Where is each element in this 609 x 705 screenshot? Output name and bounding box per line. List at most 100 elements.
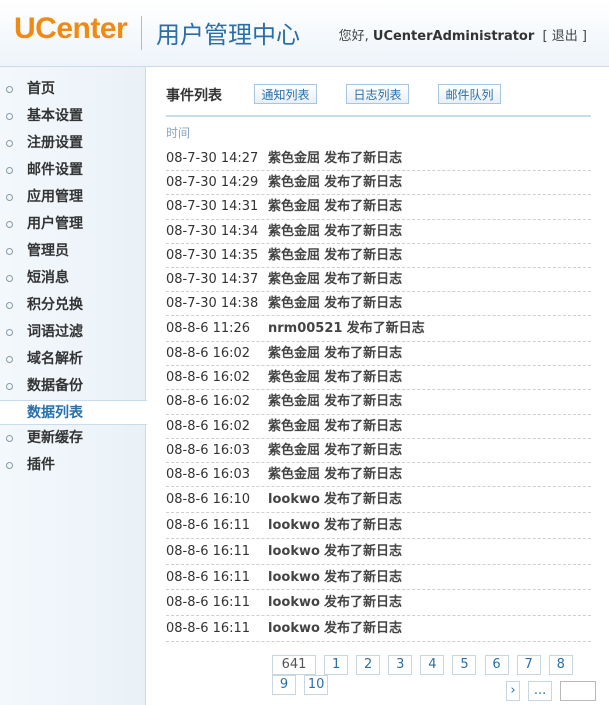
event-author[interactable]: 紫色金屈 bbox=[268, 346, 320, 361]
list-item: 08-8-6 16:02 紫色金屈 发布了新日志 bbox=[166, 366, 591, 391]
event-author[interactable]: lookwo bbox=[268, 518, 320, 533]
event-author[interactable]: 紫色金屈 bbox=[268, 224, 320, 239]
sidebar-item-domain-resolve[interactable]: 域名解析 bbox=[0, 346, 146, 373]
list-item: 08-7-30 14:37 紫色金屈 发布了新日志 bbox=[166, 268, 591, 293]
event-action[interactable]: 发布了新日志 bbox=[324, 419, 402, 434]
event-author[interactable]: lookwo bbox=[268, 621, 320, 636]
event-author[interactable]: 紫色金屈 bbox=[268, 151, 320, 166]
list-item: 08-8-6 16:11 lookwo 发布了新日志 bbox=[166, 565, 591, 591]
list-item: 08-7-30 14:31 紫色金屈 发布了新日志 bbox=[166, 195, 591, 220]
page-ellipsis[interactable]: ... bbox=[528, 681, 553, 701]
event-action[interactable]: 发布了新日志 bbox=[324, 467, 402, 482]
event-author[interactable]: 紫色金屈 bbox=[268, 296, 320, 311]
event-author[interactable]: 紫色金屈 bbox=[268, 467, 320, 482]
event-action[interactable]: 发布了新日志 bbox=[324, 296, 402, 311]
page-link-7[interactable]: 7 bbox=[516, 655, 541, 675]
sidebar-item-label: 用户管理 bbox=[27, 216, 83, 232]
event-time: 08-8-6 16:11 bbox=[166, 569, 251, 585]
page-jump-input[interactable] bbox=[560, 681, 597, 701]
circle-bullet-icon bbox=[6, 275, 13, 282]
circle-bullet-icon bbox=[6, 329, 13, 336]
list-item: 08-8-6 16:03 紫色金屈 发布了新日志 bbox=[166, 439, 591, 464]
event-action[interactable]: 发布了新日志 bbox=[324, 199, 402, 214]
event-author[interactable]: 紫色金屈 bbox=[268, 419, 320, 434]
event-author[interactable]: 紫色金屈 bbox=[268, 175, 320, 190]
circle-bullet-icon bbox=[6, 86, 13, 93]
sidebar-item-credit-exchange[interactable]: 积分兑换 bbox=[0, 292, 146, 319]
total-count: 641 bbox=[272, 655, 316, 675]
page-link-10[interactable]: 10 bbox=[304, 675, 329, 695]
sidebar-item-update-cache[interactable]: 更新缓存 bbox=[0, 425, 146, 452]
page-link-6[interactable]: 6 bbox=[484, 655, 509, 675]
event-action[interactable]: 发布了新日志 bbox=[324, 492, 402, 507]
sidebar-item-plugins[interactable]: 插件 bbox=[0, 452, 146, 479]
event-author[interactable]: lookwo bbox=[268, 544, 320, 559]
event-action[interactable]: 发布了新日志 bbox=[324, 394, 402, 409]
list-item: 08-8-6 16:11 lookwo 发布了新日志 bbox=[166, 590, 591, 617]
sidebar-item-data-list[interactable]: 数据列表 bbox=[0, 400, 147, 425]
list-item: 08-7-30 14:35 紫色金屈 发布了新日志 bbox=[166, 244, 591, 268]
event-action[interactable]: 发布了新日志 bbox=[324, 595, 402, 610]
sidebar-item-label: 数据备份 bbox=[27, 378, 83, 394]
event-author[interactable]: 紫色金屈 bbox=[268, 394, 320, 409]
sidebar-item-app-management[interactable]: 应用管理 bbox=[0, 184, 146, 211]
event-action[interactable]: 发布了新日志 bbox=[324, 621, 402, 636]
page-link-3[interactable]: 3 bbox=[388, 655, 413, 675]
event-action[interactable]: 发布了新日志 bbox=[324, 346, 402, 361]
event-action[interactable]: 发布了新日志 bbox=[324, 151, 402, 166]
event-author[interactable]: lookwo bbox=[268, 570, 320, 585]
circle-bullet-icon bbox=[6, 462, 13, 469]
sidebar-item-word-filter[interactable]: 词语过滤 bbox=[0, 319, 146, 346]
tab-log-list[interactable]: 日志列表 bbox=[346, 84, 409, 104]
event-action[interactable]: 发布了新日志 bbox=[324, 248, 402, 263]
page-link-2[interactable]: 2 bbox=[356, 655, 381, 675]
sidebar-item-label: 应用管理 bbox=[27, 189, 83, 205]
page-link-5[interactable]: 5 bbox=[452, 655, 477, 675]
event-author[interactable]: 紫色金屈 bbox=[268, 370, 320, 385]
page-link-8[interactable]: 8 bbox=[548, 655, 573, 675]
event-action[interactable]: 发布了新日志 bbox=[347, 321, 425, 336]
sidebar-item-register-settings[interactable]: 注册设置 bbox=[0, 130, 146, 157]
event-action[interactable]: 发布了新日志 bbox=[324, 443, 402, 458]
event-action[interactable]: 发布了新日志 bbox=[324, 272, 402, 287]
sidebar-item-home[interactable]: 首页 bbox=[0, 76, 146, 103]
circle-bullet-icon bbox=[6, 248, 13, 255]
event-time: 08-8-6 16:02 bbox=[166, 346, 251, 362]
list-item: 08-8-6 16:11 lookwo 发布了新日志 bbox=[166, 539, 591, 565]
sidebar-item-messages[interactable]: 短消息 bbox=[0, 265, 146, 292]
event-author[interactable]: lookwo bbox=[268, 492, 320, 507]
event-time: 08-8-6 16:03 bbox=[166, 467, 251, 483]
sidebar-item-admins[interactable]: 管理员 bbox=[0, 238, 146, 265]
event-action[interactable]: 发布了新日志 bbox=[324, 224, 402, 239]
sidebar-item-data-backup[interactable]: 数据备份 bbox=[0, 373, 146, 400]
event-author[interactable]: 紫色金屈 bbox=[268, 199, 320, 214]
tab-mail-queue[interactable]: 邮件队列 bbox=[438, 84, 501, 104]
pagination: 641 1 2 3 4 5 6 7 8 9 10 › ... bbox=[272, 655, 597, 701]
event-action[interactable]: 发布了新日志 bbox=[324, 370, 402, 385]
event-action[interactable]: 发布了新日志 bbox=[324, 175, 402, 190]
ucenter-logo[interactable]: UCenter bbox=[14, 12, 128, 46]
sidebar-item-mail-settings[interactable]: 邮件设置 bbox=[0, 157, 146, 184]
event-author[interactable]: nrm00521 bbox=[268, 321, 342, 336]
logout-link[interactable]: 退出 bbox=[552, 29, 578, 44]
top-header: UCenter 用户管理中心 您好, UCenterAdministrator … bbox=[0, 0, 609, 67]
event-action[interactable]: 发布了新日志 bbox=[324, 518, 402, 533]
sidebar-item-label: 积分兑换 bbox=[27, 297, 83, 313]
event-action[interactable]: 发布了新日志 bbox=[324, 544, 402, 559]
page-link-4[interactable]: 4 bbox=[420, 655, 445, 675]
tab-notice-list[interactable]: 通知列表 bbox=[254, 84, 317, 104]
circle-bullet-icon bbox=[6, 113, 13, 120]
chevron-right-icon[interactable]: › bbox=[506, 681, 520, 701]
list-item: 08-7-30 14:27 紫色金屈 发布了新日志 bbox=[166, 147, 591, 172]
event-author[interactable]: lookwo bbox=[268, 595, 320, 610]
circle-bullet-icon bbox=[6, 194, 13, 201]
event-author[interactable]: 紫色金屈 bbox=[268, 248, 320, 263]
sidebar-item-basic-settings[interactable]: 基本设置 bbox=[0, 103, 146, 130]
page-link-9[interactable]: 9 bbox=[272, 675, 296, 695]
page-link-1[interactable]: 1 bbox=[324, 655, 349, 675]
circle-bullet-icon bbox=[6, 383, 13, 390]
sidebar-item-user-management[interactable]: 用户管理 bbox=[0, 211, 146, 238]
event-action[interactable]: 发布了新日志 bbox=[324, 570, 402, 585]
event-author[interactable]: 紫色金屈 bbox=[268, 443, 320, 458]
event-author[interactable]: 紫色金屈 bbox=[268, 272, 320, 287]
